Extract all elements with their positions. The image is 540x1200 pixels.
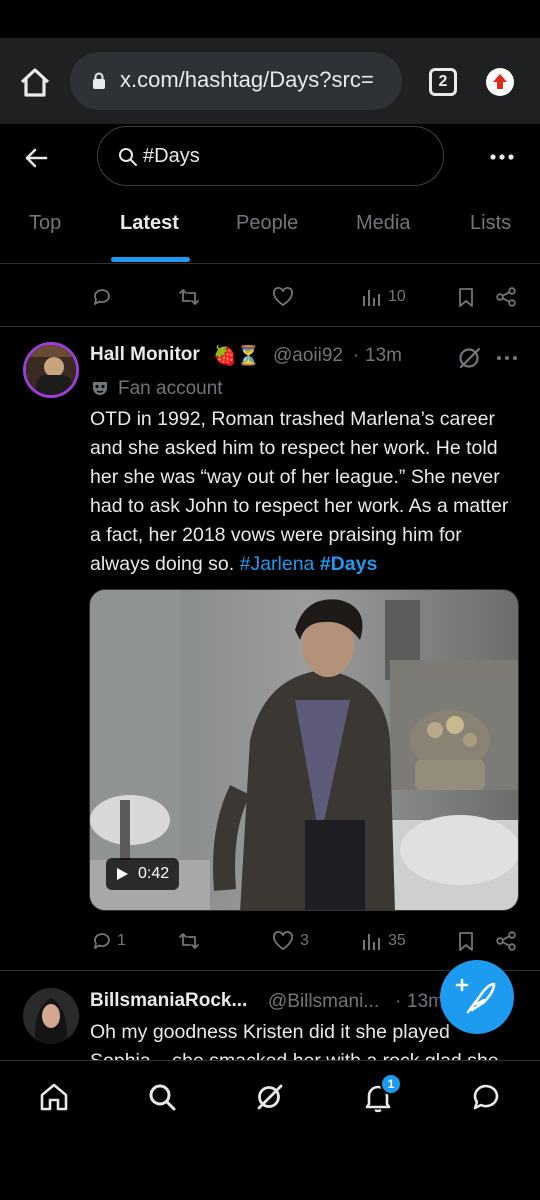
retweet-icon[interactable]	[178, 929, 200, 953]
messages-icon[interactable]	[470, 1081, 502, 1113]
views-icon	[363, 290, 380, 306]
play-icon	[117, 868, 128, 880]
tab-latest[interactable]: Latest	[120, 212, 179, 235]
share-icon[interactable]	[495, 285, 517, 309]
search-query: #Days	[143, 145, 200, 167]
tweet-body: OTD in 1992, Roman trashed Marlena’s car…	[90, 408, 509, 575]
tweet-text: OTD in 1992, Roman trashed Marlena’s car…	[90, 405, 520, 579]
views-stat[interactable]: 35	[360, 929, 406, 953]
bottom-navigation: 1	[0, 1060, 540, 1132]
url-text: x.com/hashtag/Days?src=	[120, 67, 374, 92]
grok-icon[interactable]	[457, 345, 483, 371]
tab-switcher-button[interactable]: 2	[429, 68, 457, 96]
avatar[interactable]	[23, 342, 79, 398]
tweet-divider	[0, 326, 540, 327]
bookmark-icon[interactable]	[455, 929, 477, 953]
hashtag-link[interactable]: #Jarlena	[240, 553, 315, 575]
retweet-icon[interactable]	[178, 285, 200, 309]
views-count: 35	[388, 932, 406, 949]
reply-icon[interactable]	[91, 285, 113, 309]
compose-feather-icon	[455, 978, 496, 1014]
tweet-time[interactable]: 13m	[365, 345, 402, 367]
mask-icon	[90, 378, 110, 398]
tweet-actions: 1 3 35	[0, 921, 540, 961]
hashtag-link[interactable]: #Days	[320, 553, 377, 575]
video-player[interactable]: 0:42	[89, 589, 519, 911]
like-stat[interactable]: 3	[272, 929, 309, 953]
author-emojis: 🍓⏳	[213, 346, 261, 367]
reply-count: 1	[117, 932, 126, 949]
views-count: 10	[388, 288, 406, 305]
active-tab-indicator	[111, 257, 190, 262]
tweet-more-icon[interactable]	[496, 350, 518, 366]
views-icon	[363, 934, 380, 950]
share-icon[interactable]	[495, 929, 517, 953]
tab-media[interactable]: Media	[356, 212, 410, 235]
previous-tweet-actions: 10	[0, 277, 540, 317]
system-navigation-area	[0, 1132, 540, 1200]
views-stat[interactable]: 10	[360, 285, 406, 309]
like-icon	[273, 931, 293, 951]
duration-label: 0:42	[138, 865, 170, 882]
tweet-time[interactable]: 13m	[407, 991, 444, 1013]
account-label: Fan account	[118, 378, 223, 399]
search-icon	[118, 147, 138, 167]
tab-top[interactable]: Top	[29, 212, 61, 235]
separator-dot: ·	[353, 345, 360, 366]
search-input[interactable]: #Days	[97, 126, 444, 186]
upload-icon[interactable]	[486, 68, 514, 96]
author-name[interactable]: BillsmaniaRock...	[90, 990, 247, 1012]
like-count: 3	[300, 932, 309, 949]
browser-toolbar: x.com/hashtag/Days?src= 2	[0, 38, 540, 124]
reply-stat[interactable]: 1	[91, 929, 126, 953]
author-handle[interactable]: @aoii92	[273, 345, 343, 367]
tab-people[interactable]: People	[236, 212, 298, 235]
explore-search-icon[interactable]	[146, 1081, 178, 1113]
back-arrow-icon[interactable]	[22, 144, 50, 172]
separator-dot: ·	[395, 991, 402, 1012]
notification-badge: 1	[380, 1073, 402, 1095]
address-bar[interactable]: x.com/hashtag/Days?src=	[70, 52, 402, 110]
more-options-icon[interactable]	[488, 146, 516, 168]
video-duration: 0:42	[106, 858, 180, 890]
avatar[interactable]	[23, 988, 79, 1044]
grok-icon[interactable]	[254, 1081, 286, 1113]
tab-lists[interactable]: Lists	[470, 212, 511, 235]
bookmark-icon[interactable]	[455, 285, 477, 309]
lock-icon	[92, 72, 106, 90]
home-icon[interactable]	[38, 1081, 70, 1113]
compose-button[interactable]	[440, 960, 514, 1034]
author-name[interactable]: Hall Monitor	[90, 344, 200, 366]
reply-icon	[94, 933, 110, 949]
search-header: #Days Top Latest People Media Lists	[0, 124, 540, 264]
author-handle[interactable]: @Billsmani...	[268, 991, 379, 1013]
like-icon[interactable]	[272, 285, 294, 309]
home-icon[interactable]	[18, 66, 52, 100]
